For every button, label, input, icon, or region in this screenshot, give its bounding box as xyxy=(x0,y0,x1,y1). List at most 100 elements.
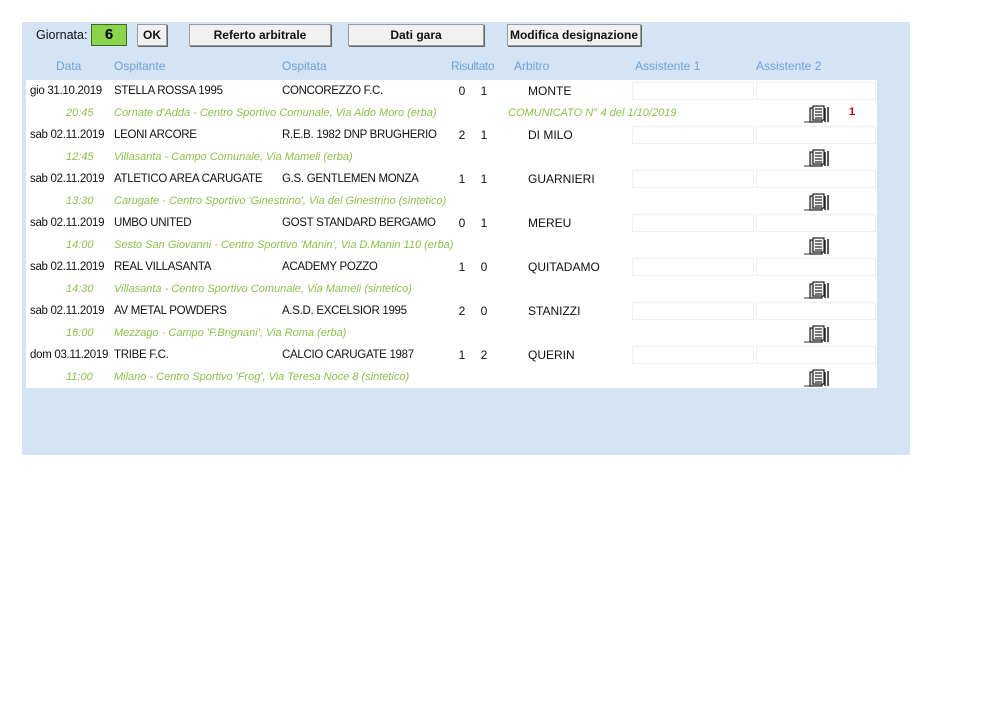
match-time: 13:30 xyxy=(66,195,94,207)
score-away: 0 xyxy=(480,260,488,274)
home-team: TRIBE F.C. xyxy=(114,349,169,361)
match-row: sab 02.11.2019 REAL VILLASANTA ACADEMY P… xyxy=(26,256,877,300)
giornata-label: Giornata: xyxy=(36,28,88,42)
header-ospitante: Ospitante xyxy=(114,59,166,73)
match-row: sab 02.11.2019 LEONI ARCORE R.E.B. 1982 … xyxy=(26,124,877,168)
assistente-1-field xyxy=(632,126,754,144)
match-detail-line: 14:30 Villasanta - Centro Sportivo Comun… xyxy=(26,278,877,300)
away-team: GOST STANDARD BERGAMO xyxy=(282,217,436,229)
assistente-2-field xyxy=(756,346,876,364)
document-icon[interactable] xyxy=(804,149,832,167)
score-home: 0 xyxy=(458,216,466,230)
assistente-2-field xyxy=(756,170,876,188)
match-note: COMUNICATO N° 4 del 1/10/2019 xyxy=(508,107,677,119)
header-risultato: Risultato xyxy=(451,59,495,73)
header-arbitro: Arbitro xyxy=(514,59,550,73)
score-home: 2 xyxy=(458,128,466,142)
header-assistente-2: Assistente 2 xyxy=(756,59,822,73)
match-date: gio 31.10.2019 xyxy=(30,85,102,97)
match-row: dom 03.11.2019 TRIBE F.C. CALCIO CARUGAT… xyxy=(26,344,877,388)
score-away: 0 xyxy=(480,304,488,318)
assistente-1-field xyxy=(632,170,754,188)
score-away: 1 xyxy=(480,84,488,98)
assistente-1-field xyxy=(632,82,754,100)
away-team: G.S. GENTLEMEN MONZA xyxy=(282,173,419,185)
away-team: CALCIO CARUGATE 1987 xyxy=(282,349,414,361)
home-team: ATLETICO AREA CARUGATE xyxy=(114,173,263,185)
assistente-2-field xyxy=(756,302,876,320)
score-away: 2 xyxy=(480,348,488,362)
dati-gara-button[interactable]: Dati gara xyxy=(348,24,484,46)
document-icon[interactable] xyxy=(804,237,832,255)
referee: QUERIN xyxy=(528,348,575,362)
score-home: 1 xyxy=(458,260,466,274)
referee: STANIZZI xyxy=(528,304,581,318)
assistente-2-field xyxy=(756,126,876,144)
match-detail-line: 16:00 Mezzago - Campo 'F.Brignani', Via … xyxy=(26,322,877,344)
match-main-line: gio 31.10.2019 STELLA ROSSA 1995 CONCORE… xyxy=(26,80,877,102)
modifica-designazione-button[interactable]: Modifica designazione xyxy=(507,24,641,46)
ok-button[interactable]: OK xyxy=(137,24,167,46)
referee: MONTE xyxy=(528,84,572,98)
assistente-1-field xyxy=(632,258,754,276)
match-venue: Mezzago - Campo 'F.Brignani', Via Roma (… xyxy=(114,327,347,339)
match-detail-line: 13:30 Carugate - Centro Sportivo 'Ginest… xyxy=(26,190,877,212)
match-venue: Sesto San Giovanni - Centro Sportivo 'Ma… xyxy=(114,239,454,251)
match-row: sab 02.11.2019 ATLETICO AREA CARUGATE G.… xyxy=(26,168,877,212)
match-row: gio 31.10.2019 STELLA ROSSA 1995 CONCORE… xyxy=(26,80,877,124)
document-icon[interactable] xyxy=(804,105,832,123)
match-date: sab 02.11.2019 xyxy=(30,217,105,229)
home-team: UMBO UNITED xyxy=(114,217,192,229)
match-venue: Milano - Centro Sportivo 'Frog', Via Ter… xyxy=(114,371,410,383)
match-main-line: sab 02.11.2019 LEONI ARCORE R.E.B. 1982 … xyxy=(26,124,877,146)
home-team: REAL VILLASANTA xyxy=(114,261,212,273)
away-team: CONCOREZZO F.C. xyxy=(282,85,383,97)
document-icon[interactable] xyxy=(804,281,832,299)
home-team: LEONI ARCORE xyxy=(114,129,197,141)
giornata-input[interactable]: 6 xyxy=(91,24,127,46)
match-time: 14:30 xyxy=(66,283,94,295)
match-time: 12:45 xyxy=(66,151,94,163)
document-icon[interactable] xyxy=(804,193,832,211)
document-icon[interactable] xyxy=(804,325,832,343)
match-date: sab 02.11.2019 xyxy=(30,261,105,273)
match-detail-line: 12:45 Villasanta - Campo Comunale, Via M… xyxy=(26,146,877,168)
referee: QUITADAMO xyxy=(528,260,600,274)
assistente-2-field xyxy=(756,82,876,100)
header-assistente-1: Assistente 1 xyxy=(635,59,701,73)
match-detail-line: 14:00 Sesto San Giovanni - Centro Sporti… xyxy=(26,234,877,256)
document-icon[interactable] xyxy=(804,369,832,387)
away-team: A.S.D. EXCELSIOR 1995 xyxy=(282,305,407,317)
away-team: R.E.B. 1982 DNP BRUGHERIO xyxy=(282,129,437,141)
match-venue: Carugate - Centro Sportivo 'Ginestrino',… xyxy=(114,195,447,207)
main-panel: Giornata: 6 OK Referto arbitrale Dati ga… xyxy=(22,22,910,455)
header-ospitata: Ospitata xyxy=(282,59,327,73)
referee: DI MILO xyxy=(528,128,573,142)
match-main-line: sab 02.11.2019 ATLETICO AREA CARUGATE G.… xyxy=(26,168,877,190)
away-team: ACADEMY POZZO xyxy=(282,261,378,273)
referee: MEREU xyxy=(528,216,572,230)
match-row: sab 02.11.2019 UMBO UNITED GOST STANDARD… xyxy=(26,212,877,256)
toolbar: Giornata: 6 OK Referto arbitrale Dati ga… xyxy=(22,22,910,52)
match-detail-line: 11:00 Milano - Centro Sportivo 'Frog', V… xyxy=(26,366,877,388)
match-main-line: sab 02.11.2019 UMBO UNITED GOST STANDARD… xyxy=(26,212,877,234)
match-time: 11:00 xyxy=(66,371,93,383)
referto-arbitrale-button[interactable]: Referto arbitrale xyxy=(189,24,331,46)
assistente-1-field xyxy=(632,346,754,364)
match-venue: Villasanta - Centro Sportivo Comunale, V… xyxy=(114,283,412,295)
column-headers: Data Ospitante Ospitata Risultato Arbitr… xyxy=(22,59,910,77)
match-date: sab 02.11.2019 xyxy=(30,305,105,317)
match-time: 20:45 xyxy=(66,107,94,119)
home-team: AV METAL POWDERS xyxy=(114,305,227,317)
matches-table: gio 31.10.2019 STELLA ROSSA 1995 CONCORE… xyxy=(26,80,877,388)
score-away: 1 xyxy=(480,172,488,186)
score-home: 1 xyxy=(458,348,466,362)
referee: GUARNIERI xyxy=(528,172,595,186)
score-away: 1 xyxy=(480,128,488,142)
score-away: 1 xyxy=(480,216,488,230)
match-row: sab 02.11.2019 AV METAL POWDERS A.S.D. E… xyxy=(26,300,877,344)
match-date: sab 02.11.2019 xyxy=(30,173,105,185)
score-home: 0 xyxy=(458,84,466,98)
match-main-line: dom 03.11.2019 TRIBE F.C. CALCIO CARUGAT… xyxy=(26,344,877,366)
match-date: sab 02.11.2019 xyxy=(30,129,105,141)
